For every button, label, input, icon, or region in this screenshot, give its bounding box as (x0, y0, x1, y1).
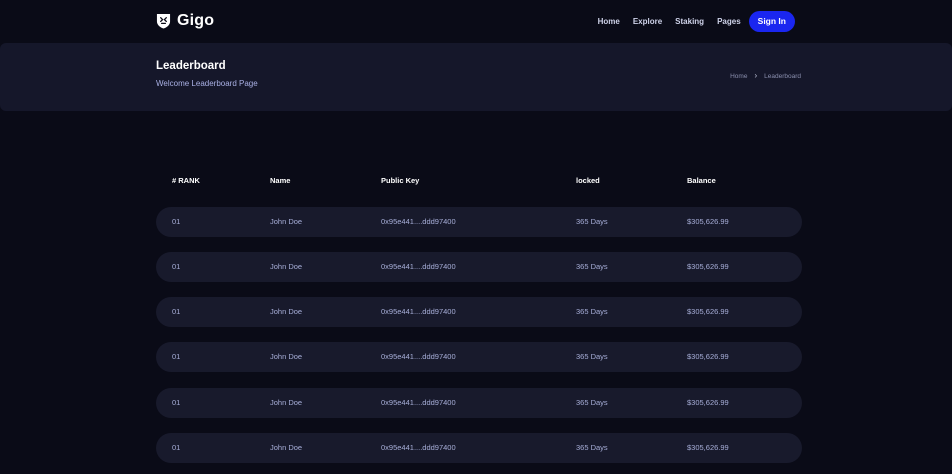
column-header-public-key: Public Key (381, 176, 420, 185)
cell-name: John Doe (270, 443, 303, 452)
nav-home[interactable]: Home (598, 17, 620, 26)
table-row[interactable]: 01 John Doe 0x95e441....ddd97400 365 Day… (156, 342, 802, 372)
cell-name: John Doe (270, 307, 303, 316)
table-row[interactable]: 01 John Doe 0x95e441....ddd97400 365 Day… (156, 433, 802, 463)
table-header: # RANK Name Public Key locked Balance (156, 176, 802, 192)
page-header-banner: Leaderboard Welcome Leaderboard Page Hom… (0, 43, 952, 111)
cell-rank: 01 (172, 443, 181, 452)
page-title: Leaderboard (156, 60, 226, 72)
cell-balance: $305,626.99 (687, 443, 729, 452)
cell-public-key: 0x95e441....ddd97400 (381, 217, 456, 226)
cell-name: John Doe (270, 398, 303, 407)
cell-rank: 01 (172, 262, 181, 271)
cell-balance: $305,626.99 (687, 352, 729, 361)
cell-public-key: 0x95e441....ddd97400 (381, 352, 456, 361)
breadcrumb: Home › Leaderboard (730, 72, 801, 80)
cell-name: John Doe (270, 352, 303, 361)
cell-locked: 365 Days (576, 398, 608, 407)
cell-balance: $305,626.99 (687, 398, 729, 407)
nav-explore[interactable]: Explore (633, 17, 662, 26)
cell-public-key: 0x95e441....ddd97400 (381, 398, 456, 407)
column-header-rank: # RANK (172, 176, 200, 185)
table-row[interactable]: 01 John Doe 0x95e441....ddd97400 365 Day… (156, 252, 802, 282)
cell-public-key: 0x95e441....ddd97400 (381, 262, 456, 271)
table-row[interactable]: 01 John Doe 0x95e441....ddd97400 365 Day… (156, 297, 802, 327)
sign-in-button[interactable]: Sign In (748, 10, 795, 32)
top-navbar: Gigo Home Explore Staking Pages Sign In (0, 0, 952, 42)
cell-name: John Doe (270, 262, 303, 271)
cell-locked: 365 Days (576, 443, 608, 452)
brand-name: Gigo (177, 12, 215, 29)
table-row[interactable]: 01 John Doe 0x95e441....ddd97400 365 Day… (156, 207, 802, 237)
main-nav: Home Explore Staking Pages Sign In (598, 10, 795, 32)
cell-locked: 365 Days (576, 352, 608, 361)
cell-name: John Doe (270, 217, 303, 226)
cell-rank: 01 (172, 307, 181, 316)
chevron-right-icon: › (754, 71, 758, 80)
breadcrumb-current: Leaderboard (764, 72, 801, 80)
breadcrumb-home[interactable]: Home (730, 73, 747, 80)
cell-balance: $305,626.99 (687, 262, 729, 271)
nav-pages[interactable]: Pages (717, 17, 741, 26)
lion-shield-icon (156, 13, 171, 29)
cell-locked: 365 Days (576, 307, 608, 316)
page: Gigo Home Explore Staking Pages Sign In … (0, 0, 952, 474)
cell-locked: 365 Days (576, 262, 608, 271)
cell-balance: $305,626.99 (687, 217, 729, 226)
cell-public-key: 0x95e441....ddd97400 (381, 307, 456, 316)
cell-locked: 365 Days (576, 217, 608, 226)
nav-staking[interactable]: Staking (675, 17, 704, 26)
page-subtitle: Welcome Leaderboard Page (156, 79, 258, 88)
cell-rank: 01 (172, 352, 181, 361)
table-row[interactable]: 01 John Doe 0x95e441....ddd97400 365 Day… (156, 388, 802, 418)
column-header-balance: Balance (687, 176, 716, 185)
cell-balance: $305,626.99 (687, 307, 729, 316)
cell-rank: 01 (172, 398, 181, 407)
cell-public-key: 0x95e441....ddd97400 (381, 443, 456, 452)
brand-logo[interactable]: Gigo (156, 10, 214, 32)
column-header-locked: locked (576, 176, 600, 185)
cell-rank: 01 (172, 217, 181, 226)
column-header-name: Name (270, 176, 291, 185)
